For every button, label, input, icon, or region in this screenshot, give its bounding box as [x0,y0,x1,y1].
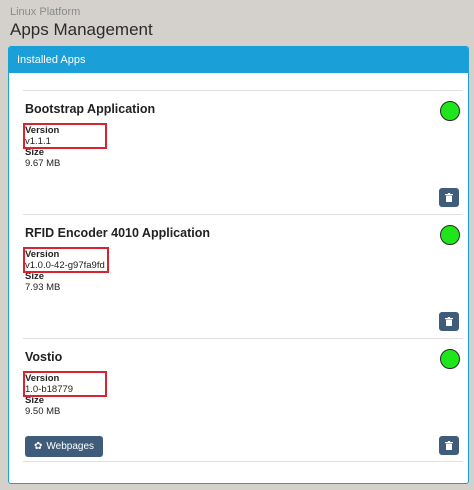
size-label: Size [25,271,45,282]
panel-heading: Installed Apps [9,47,468,73]
app-name: RFID Encoder 4010 Application [25,226,210,240]
app-list: Bootstrap Application Version v1.1.1 Siz… [23,90,463,462]
status-dot [440,225,460,245]
status-dot [440,101,460,121]
platform-label: Linux Platform [10,6,81,18]
trash-icon [445,317,453,326]
app-meta: Version v1.0.0-42-g97fa9fd Size 7.93 MB [23,247,109,294]
app-name: Bootstrap Application [25,102,156,116]
trash-icon [445,193,453,202]
delete-button[interactable] [439,312,459,331]
status-dot [440,349,460,369]
size-value: 9.50 MB [25,406,61,417]
apps-management-page: Linux Platform Apps Management Installed… [0,0,474,490]
app-item: RFID Encoder 4010 Application Version v1… [23,214,463,338]
webpages-label: Webpages [46,441,95,452]
version-highlight [23,247,109,273]
installed-apps-panel: Installed Apps Bootstrap Application Ver… [8,46,469,484]
size-label: Size [25,147,45,158]
size-value: 9.67 MB [25,158,61,169]
page-header: Linux Platform Apps Management [10,6,153,41]
delete-button[interactable] [439,436,459,455]
app-meta: Version v1.1.1 Size 9.67 MB [23,123,107,170]
version-highlight [23,371,107,397]
page-title: Apps Management [10,20,153,39]
version-highlight [23,123,107,149]
trash-icon [445,441,453,450]
webpages-button[interactable]: ✿ Webpages [25,436,104,457]
app-item: Vostio Version 1.0-b18779 Size 9.50 MB ✿… [23,338,463,462]
app-meta: Version 1.0-b18779 Size 9.50 MB [23,371,107,418]
delete-button[interactable] [439,188,459,207]
gear-icon: ✿ [34,440,43,452]
app-item: Bootstrap Application Version v1.1.1 Siz… [23,90,463,214]
size-value: 7.93 MB [25,282,61,293]
app-name: Vostio [25,350,63,364]
size-label: Size [25,395,45,406]
